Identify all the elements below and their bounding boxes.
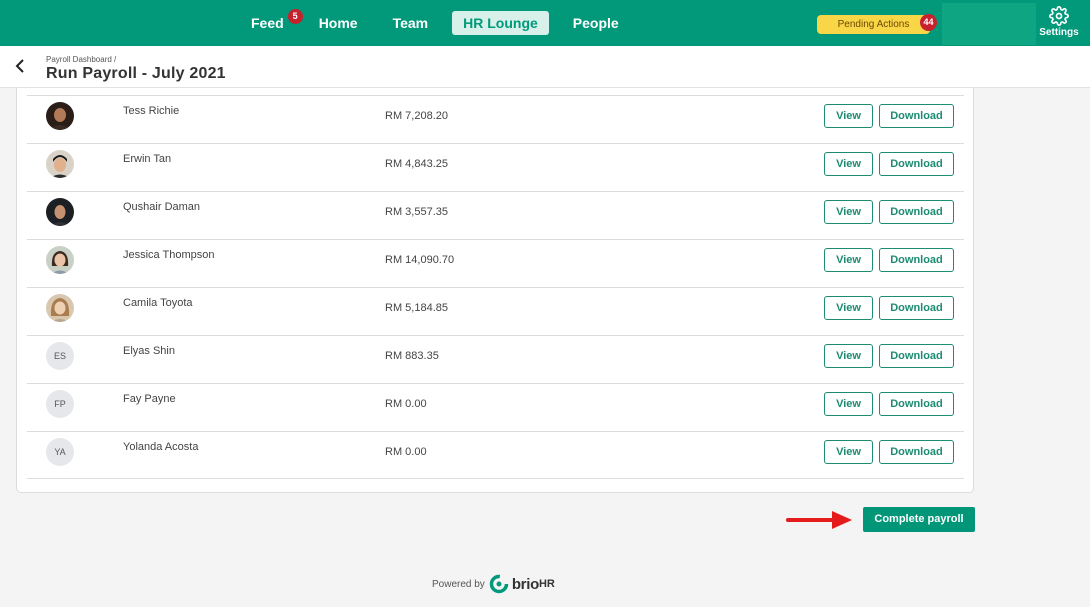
view-button[interactable]: View xyxy=(824,200,873,224)
complete-payroll-button[interactable]: Complete payroll xyxy=(863,507,975,532)
table-row: YA Yolanda Acosta RM 0.00 View Download xyxy=(27,431,964,479)
nav-team-label: Team xyxy=(392,15,429,31)
avatar xyxy=(46,102,74,130)
table-row: ES Elyas Shin RM 883.35 View Download xyxy=(27,335,964,383)
net-pay-amount: RM 7,208.20 xyxy=(385,110,448,122)
nav-feed-label: Feed xyxy=(251,15,284,31)
view-button[interactable]: View xyxy=(824,152,873,176)
view-button[interactable]: View xyxy=(824,296,873,320)
view-button[interactable]: View xyxy=(824,104,873,128)
view-button[interactable]: View xyxy=(824,344,873,368)
pending-actions-button[interactable]: Pending Actions xyxy=(817,15,930,34)
nav-feed[interactable]: Feed 5 xyxy=(240,9,303,35)
powered-by-text: Powered by xyxy=(432,578,485,590)
brand-suffix: HR xyxy=(538,578,555,590)
view-button[interactable]: View xyxy=(824,392,873,416)
briohr-logo-icon xyxy=(489,574,509,594)
download-button[interactable]: Download xyxy=(879,200,954,224)
payslip-card: Tess Richie RM 7,208.20 View Download Er… xyxy=(16,88,974,493)
net-pay-amount: RM 14,090.70 xyxy=(385,254,455,266)
nav-home-label: Home xyxy=(318,15,358,31)
net-pay-amount: RM 883.35 xyxy=(385,350,439,362)
settings-button[interactable]: Settings xyxy=(1038,4,1080,42)
avatar-initials: FP xyxy=(46,390,74,418)
table-row: Tess Richie RM 7,208.20 View Download xyxy=(27,95,964,143)
employee-name: Jessica Thompson xyxy=(123,249,215,261)
nav-home[interactable]: Home xyxy=(308,11,369,35)
download-button[interactable]: Download xyxy=(879,296,954,320)
powered-by-footer: Powered by brio HR xyxy=(432,572,555,596)
download-button[interactable]: Download xyxy=(879,344,954,368)
view-button[interactable]: View xyxy=(824,248,873,272)
employee-name: Fay Payne xyxy=(123,393,176,405)
person-photo-icon xyxy=(46,246,74,274)
download-button[interactable]: Download xyxy=(879,152,954,176)
pending-actions-count-badge: 44 xyxy=(920,14,937,31)
table-row: Jessica Thompson RM 14,090.70 View Downl… xyxy=(27,239,964,287)
avatar-initials: ES xyxy=(46,342,74,370)
nav-people[interactable]: People xyxy=(562,11,630,35)
person-photo-icon xyxy=(46,150,74,178)
top-navbar: Feed 5 Home Team HR Lounge People Pendin… xyxy=(0,0,1090,46)
net-pay-amount: RM 3,557.35 xyxy=(385,206,448,218)
download-button[interactable]: Download xyxy=(879,440,954,464)
avatar xyxy=(46,150,74,178)
nav-people-label: People xyxy=(572,15,619,31)
download-button[interactable]: Download xyxy=(879,392,954,416)
page-title: Run Payroll - July 2021 xyxy=(46,65,226,82)
feed-count-badge: 5 xyxy=(287,9,303,24)
net-pay-amount: RM 0.00 xyxy=(385,398,427,410)
back-button[interactable] xyxy=(12,56,30,76)
net-pay-amount: RM 5,184.85 xyxy=(385,302,448,314)
settings-label: Settings xyxy=(1039,27,1079,38)
gear-icon xyxy=(1049,6,1069,26)
red-arrow-icon xyxy=(786,511,852,529)
download-button[interactable]: Download xyxy=(879,248,954,272)
pending-actions-label: Pending Actions xyxy=(837,19,910,30)
user-menu[interactable] xyxy=(942,3,1036,45)
net-pay-amount: RM 4,843.25 xyxy=(385,158,448,170)
table-row: Qushair Daman RM 3,557.35 View Download xyxy=(27,191,964,239)
table-row: FP Fay Payne RM 0.00 View Download xyxy=(27,383,964,431)
person-photo-icon xyxy=(46,294,74,322)
nav-team[interactable]: Team xyxy=(382,11,440,35)
person-photo-icon xyxy=(46,198,74,226)
employee-name: Tess Richie xyxy=(123,105,180,117)
table-row: Erwin Tan RM 4,843.25 View Download xyxy=(27,143,964,191)
avatar-initials: YA xyxy=(46,438,74,466)
view-button[interactable]: View xyxy=(824,440,873,464)
employee-name: Elyas Shin xyxy=(123,345,175,357)
avatar xyxy=(46,294,74,322)
person-photo-icon xyxy=(46,102,74,130)
employee-name: Erwin Tan xyxy=(123,153,172,165)
main-nav: Feed 5 Home Team HR Lounge People xyxy=(240,9,643,35)
nav-hr-lounge[interactable]: HR Lounge xyxy=(452,11,549,35)
page-header: Payroll Dashboard / Run Payroll - July 2… xyxy=(0,46,1090,88)
table-row: Camila Toyota RM 5,184.85 View Download xyxy=(27,287,964,335)
avatar xyxy=(46,198,74,226)
download-button[interactable]: Download xyxy=(879,104,954,128)
employee-name: Yolanda Acosta xyxy=(123,441,199,453)
net-pay-amount: RM 0.00 xyxy=(385,446,427,458)
breadcrumb[interactable]: Payroll Dashboard / xyxy=(46,55,116,64)
employee-name: Camila Toyota xyxy=(123,297,193,309)
avatar xyxy=(46,246,74,274)
chevron-left-icon xyxy=(15,59,24,73)
brand-name: brio xyxy=(511,575,539,593)
nav-hr-lounge-label: HR Lounge xyxy=(463,15,538,31)
employee-name: Qushair Daman xyxy=(123,201,201,213)
